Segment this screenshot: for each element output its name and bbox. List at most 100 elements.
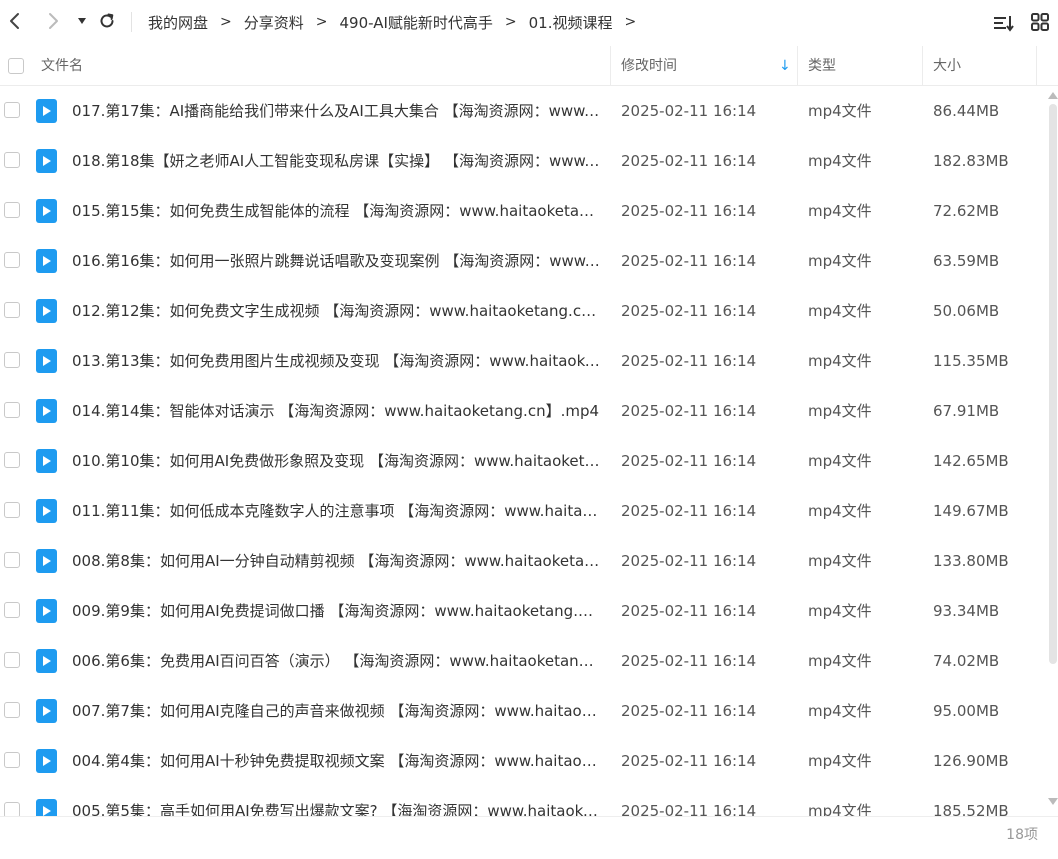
file-name[interactable]: 014.第14集：智能体对话演示 【海淘资源网：www.haitaoketang…: [72, 386, 600, 436]
row-checkbox[interactable]: [4, 402, 20, 418]
row-checkbox[interactable]: [4, 302, 20, 318]
row-checkbox[interactable]: [4, 752, 20, 768]
file-row[interactable]: 005.第5集：高手如何用AI免费写出爆款文案? 【海淘资源网：www.hait…: [0, 786, 1046, 816]
chevron-left-icon[interactable]: [4, 10, 26, 32]
file-name[interactable]: 012.第12集：如何免费文字生成视频 【海淘资源网：www.haitaoket…: [72, 286, 600, 336]
column-size[interactable]: 大小: [933, 46, 961, 86]
item-count: 18项: [1006, 827, 1038, 843]
file-type: mp4文件: [808, 402, 872, 420]
file-size: 93.34MB: [933, 602, 1000, 620]
row-checkbox[interactable]: [4, 452, 20, 468]
column-type[interactable]: 类型: [808, 46, 836, 86]
chevron-right-icon[interactable]: [42, 10, 64, 32]
column-divider[interactable]: [922, 46, 923, 86]
select-all-checkbox[interactable]: [8, 58, 24, 74]
chevron-right-icon: >: [504, 14, 517, 30]
column-modified[interactable]: 修改时间: [621, 46, 677, 86]
video-file-icon: [36, 649, 57, 673]
file-row[interactable]: 013.第13集：如何免费用图片生成视频及变现 【海淘资源网：www.haita…: [0, 336, 1046, 386]
file-row[interactable]: 009.第9集：如何用AI免费提词做口播 【海淘资源网：www.haitaoke…: [0, 586, 1046, 636]
file-type: mp4文件: [808, 502, 872, 520]
file-row[interactable]: 017.第17集：AI播商能给我们带来什么及AI工具大集合 【海淘资源网：www…: [0, 86, 1046, 136]
file-size: 63.59MB: [933, 252, 1000, 270]
row-checkbox[interactable]: [4, 652, 20, 668]
file-type: mp4文件: [808, 752, 872, 770]
file-name[interactable]: 007.第7集：如何用AI克隆自己的声音来做视频 【海淘资源网：www.hait…: [72, 686, 600, 736]
file-type: mp4文件: [808, 352, 872, 370]
file-modified: 2025-02-11 16:14: [621, 752, 757, 770]
breadcrumb-item-root[interactable]: 我的网盘: [148, 12, 208, 33]
file-name[interactable]: 009.第9集：如何用AI免费提词做口播 【海淘资源网：www.haitaoke…: [72, 586, 600, 636]
column-divider[interactable]: [1036, 46, 1037, 86]
file-name[interactable]: 005.第5集：高手如何用AI免费写出爆款文案? 【海淘资源网：www.hait…: [72, 786, 600, 816]
toolbar: 我的网盘 > 分享资料 > 490-AI赋能新时代高手 > 01.视频课程 >: [0, 0, 1058, 44]
file-size: 115.35MB: [933, 352, 1009, 370]
scrollbar-thumb[interactable]: [1049, 104, 1057, 664]
file-name[interactable]: 015.第15集：如何免费生成智能体的流程 【海淘资源网：www.haitaok…: [72, 186, 600, 236]
file-modified: 2025-02-11 16:14: [621, 102, 757, 120]
row-checkbox[interactable]: [4, 352, 20, 368]
file-type: mp4文件: [808, 552, 872, 570]
breadcrumb-item-share[interactable]: 分享资料: [244, 12, 304, 33]
refresh-icon[interactable]: [96, 10, 118, 32]
caret-down-icon[interactable]: [71, 10, 93, 32]
file-modified: 2025-02-11 16:14: [621, 702, 757, 720]
file-row[interactable]: 014.第14集：智能体对话演示 【海淘资源网：www.haitaoketang…: [0, 386, 1046, 436]
row-checkbox[interactable]: [4, 252, 20, 268]
file-row[interactable]: 012.第12集：如何免费文字生成视频 【海淘资源网：www.haitaoket…: [0, 286, 1046, 336]
row-checkbox[interactable]: [4, 702, 20, 718]
column-divider[interactable]: [610, 46, 611, 86]
file-size: 182.83MB: [933, 152, 1009, 170]
file-row[interactable]: 010.第10集：如何用AI免费做形象照及变现 【海淘资源网：www.haita…: [0, 436, 1046, 486]
file-size: 133.80MB: [933, 552, 1009, 570]
video-file-icon: [36, 499, 57, 523]
column-name[interactable]: 文件名: [41, 46, 83, 86]
row-checkbox[interactable]: [4, 152, 20, 168]
file-modified: 2025-02-11 16:14: [621, 452, 757, 470]
sort-arrow-icon[interactable]: ↓: [779, 46, 791, 86]
chevron-right-icon: >: [315, 14, 328, 30]
row-checkbox[interactable]: [4, 802, 20, 816]
video-file-icon: [36, 249, 57, 273]
file-name[interactable]: 008.第8集：如何用AI一分钟自动精剪视频 【海淘资源网：www.haitao…: [72, 536, 600, 586]
row-checkbox[interactable]: [4, 102, 20, 118]
breadcrumb: 我的网盘 > 分享资料 > 490-AI赋能新时代高手 > 01.视频课程 >: [148, 0, 648, 44]
file-name[interactable]: 016.第16集：如何用一张照片跳舞说话唱歌及变现案例 【海淘资源网：www.h…: [72, 236, 600, 286]
file-row[interactable]: 006.第6集：免费用AI百问百答（演示） 【海淘资源网：www.haitaok…: [0, 636, 1046, 686]
file-name[interactable]: 011.第11集：如何低成本克隆数字人的注意事项 【海淘资源网：www.hait…: [72, 486, 600, 536]
file-size: 95.00MB: [933, 702, 1000, 720]
row-checkbox[interactable]: [4, 552, 20, 568]
column-header: 文件名 修改时间 ↓ 类型 大小: [0, 46, 1058, 86]
file-row[interactable]: 007.第7集：如何用AI克隆自己的声音来做视频 【海淘资源网：www.hait…: [0, 686, 1046, 736]
scroll-up-icon[interactable]: [1048, 92, 1058, 99]
video-file-icon: [36, 449, 57, 473]
file-type: mp4文件: [808, 802, 872, 816]
file-modified: 2025-02-11 16:14: [621, 152, 757, 170]
row-checkbox[interactable]: [4, 502, 20, 518]
file-name[interactable]: 017.第17集：AI播商能给我们带来什么及AI工具大集合 【海淘资源网：www…: [72, 86, 600, 136]
column-divider[interactable]: [797, 46, 798, 86]
file-row[interactable]: 018.第18集【妍之老师AI人工智能变现私房课【实操】 【海淘资源网：www.…: [0, 136, 1046, 186]
file-name[interactable]: 018.第18集【妍之老师AI人工智能变现私房课【实操】 【海淘资源网：www.…: [72, 136, 600, 186]
file-name[interactable]: 010.第10集：如何用AI免费做形象照及变现 【海淘资源网：www.haita…: [72, 436, 600, 486]
video-file-icon: [36, 149, 57, 173]
video-file-icon: [36, 99, 57, 123]
file-modified: 2025-02-11 16:14: [621, 602, 757, 620]
file-size: 67.91MB: [933, 402, 1000, 420]
file-name[interactable]: 006.第6集：免费用AI百问百答（演示） 【海淘资源网：www.haitaok…: [72, 636, 600, 686]
file-row[interactable]: 016.第16集：如何用一张照片跳舞说话唱歌及变现案例 【海淘资源网：www.h…: [0, 236, 1046, 286]
chevron-right-icon[interactable]: >: [625, 14, 637, 30]
file-row[interactable]: 008.第8集：如何用AI一分钟自动精剪视频 【海淘资源网：www.haitao…: [0, 536, 1046, 586]
file-row[interactable]: 011.第11集：如何低成本克隆数字人的注意事项 【海淘资源网：www.hait…: [0, 486, 1046, 536]
breadcrumb-item-course[interactable]: 490-AI赋能新时代高手: [340, 12, 493, 33]
file-name[interactable]: 004.第4集：如何用AI十秒钟免费提取视频文案 【海淘资源网：www.hait…: [72, 736, 600, 786]
grid-view-icon[interactable]: [1030, 12, 1052, 34]
file-row[interactable]: 015.第15集：如何免费生成智能体的流程 【海淘资源网：www.haitaok…: [0, 186, 1046, 236]
sort-icon[interactable]: [993, 12, 1015, 34]
file-name[interactable]: 013.第13集：如何免费用图片生成视频及变现 【海淘资源网：www.haita…: [72, 336, 600, 386]
row-checkbox[interactable]: [4, 202, 20, 218]
row-checkbox[interactable]: [4, 602, 20, 618]
scroll-down-icon[interactable]: [1048, 798, 1058, 805]
file-row[interactable]: 004.第4集：如何用AI十秒钟免费提取视频文案 【海淘资源网：www.hait…: [0, 736, 1046, 786]
breadcrumb-item-current[interactable]: 01.视频课程: [529, 12, 613, 33]
